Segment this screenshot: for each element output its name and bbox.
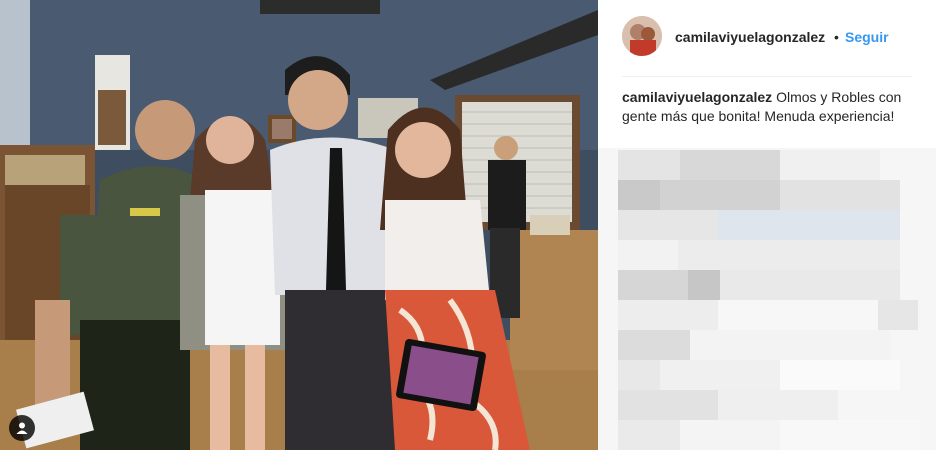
username-link[interactable]: camilaviyuelagonzalez xyxy=(675,29,825,45)
blurred-comments-area xyxy=(598,148,936,450)
pixelated-comments xyxy=(598,148,936,450)
post-header: camilaviyuelagonzalez • Seguir xyxy=(598,0,936,76)
post-photo[interactable] xyxy=(0,0,598,450)
post-caption: camilaviyuelagonzalez Olmos y Robles con… xyxy=(622,88,902,126)
follow-button[interactable]: Seguir xyxy=(845,29,889,45)
post-side-panel: camilaviyuelagonzalez • Seguir camilaviy… xyxy=(598,0,936,450)
user-tag-icon xyxy=(16,422,28,434)
header-separator: • xyxy=(834,29,839,45)
caption-username-link[interactable]: camilaviyuelagonzalez xyxy=(622,89,772,105)
avatar-image xyxy=(622,16,662,56)
header-divider xyxy=(622,76,912,77)
avatar[interactable] xyxy=(622,16,662,56)
user-tag-button[interactable] xyxy=(9,415,35,441)
photo-scene xyxy=(0,0,598,450)
